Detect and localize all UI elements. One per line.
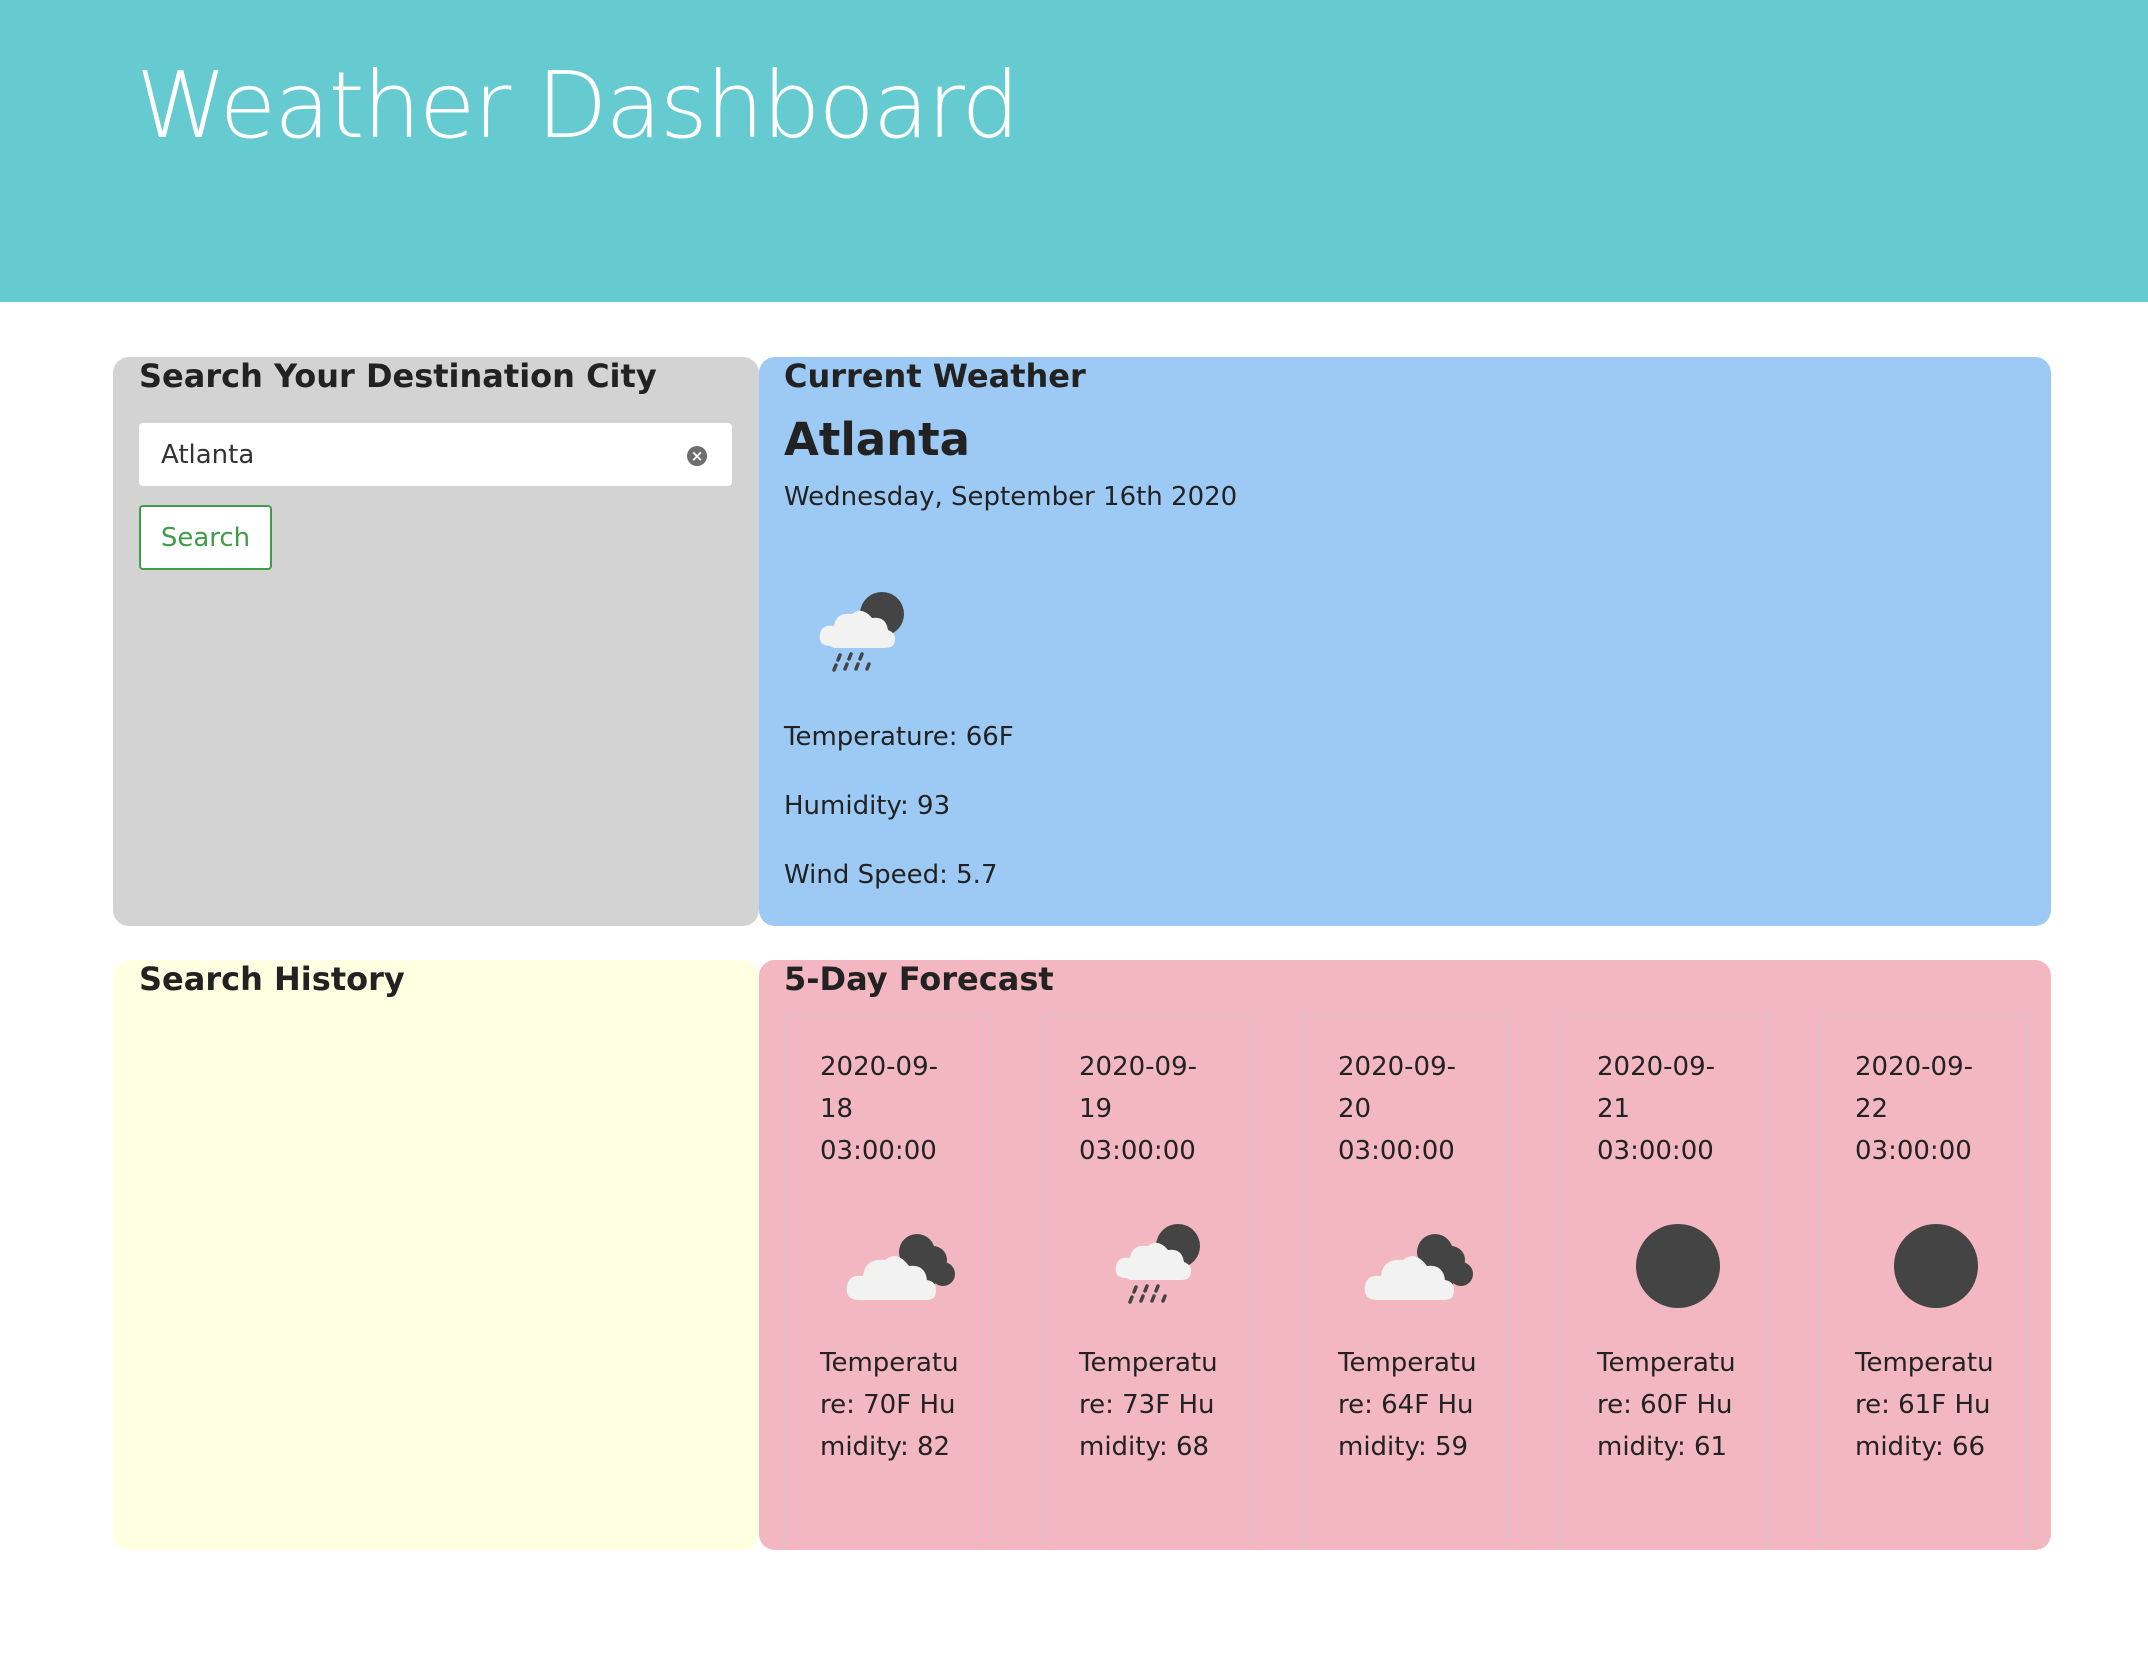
forecast-card: 2020-09-22 03:00:00 Temperature: 61F Hum… xyxy=(1819,1015,2027,1550)
search-field[interactable]: × xyxy=(139,423,732,486)
forecast-panel: 5-Day Forecast 2020-09-18 03:00:00 Tempe… xyxy=(759,960,2051,1550)
forecast-card: 2020-09-18 03:00:00 Temperature: 70F Hum… xyxy=(784,1015,992,1550)
search-history-heading: Search History xyxy=(139,960,405,998)
clear-night-moon-icon xyxy=(1876,1216,1996,1316)
night-cloud-rain-icon xyxy=(1100,1216,1220,1316)
clear-input-icon[interactable]: × xyxy=(687,446,707,466)
city-search-input[interactable] xyxy=(139,423,732,486)
current-weather-heading: Current Weather xyxy=(784,357,1086,395)
search-button[interactable]: Search xyxy=(139,505,272,570)
current-weather-panel: Current Weather Atlanta Wednesday, Septe… xyxy=(759,357,2051,926)
search-history-panel: Search History xyxy=(113,960,759,1550)
current-wind-speed: Wind Speed: 5.7 xyxy=(784,860,998,890)
search-panel: Search Your Destination City × Search xyxy=(113,357,759,926)
forecast-temp-humidity: Temperature: 60F Humidity: 61 xyxy=(1597,1348,1736,1462)
forecast-datetime: 2020-09-21 03:00:00 xyxy=(1597,1052,1716,1166)
current-city-name: Atlanta xyxy=(784,413,971,466)
forecast-datetime: 2020-09-18 03:00:00 xyxy=(820,1052,939,1166)
forecast-temp-humidity: Temperature: 64F Humidity: 59 xyxy=(1338,1348,1477,1462)
forecast-temp-humidity: Temperature: 70F Humidity: 82 xyxy=(820,1348,959,1462)
forecast-datetime: 2020-09-22 03:00:00 xyxy=(1855,1052,1974,1166)
forecast-heading: 5-Day Forecast xyxy=(784,960,1054,998)
forecast-temp-humidity: Temperature: 61F Humidity: 66 xyxy=(1855,1348,1994,1462)
forecast-datetime: 2020-09-20 03:00:00 xyxy=(1338,1052,1457,1166)
forecast-card: 2020-09-21 03:00:00 Temperature: 60F Hum… xyxy=(1561,1015,1769,1550)
night-clouds-icon xyxy=(841,1216,961,1316)
clear-night-moon-icon xyxy=(1618,1216,1738,1316)
search-panel-heading: Search Your Destination City xyxy=(139,357,657,395)
current-humidity: Humidity: 93 xyxy=(784,791,951,821)
forecast-card: 2020-09-20 03:00:00 Temperature: 64F Hum… xyxy=(1302,1015,1510,1550)
forecast-temp-humidity: Temperature: 73F Humidity: 68 xyxy=(1079,1348,1218,1462)
page-header: Weather Dashboard xyxy=(0,0,2148,302)
current-date: Wednesday, September 16th 2020 xyxy=(784,482,1238,512)
page-title: Weather Dashboard xyxy=(136,52,1020,159)
current-temperature: Temperature: 66F xyxy=(784,722,1014,752)
forecast-datetime: 2020-09-19 03:00:00 xyxy=(1079,1052,1198,1166)
forecast-card: 2020-09-19 03:00:00 Temperature: 73F Hum… xyxy=(1043,1015,1251,1550)
night-clouds-icon xyxy=(1359,1216,1479,1316)
night-cloud-rain-icon xyxy=(814,584,914,684)
